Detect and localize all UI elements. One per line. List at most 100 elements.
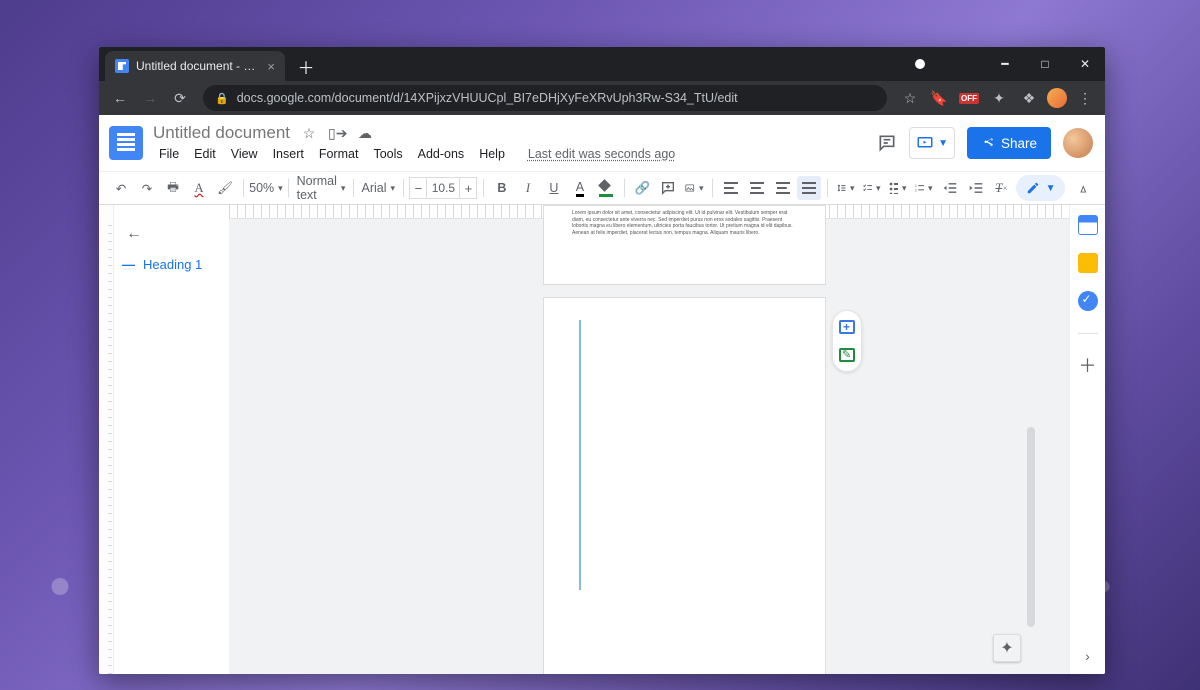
bulleted-list-button[interactable] <box>886 176 910 200</box>
outline-item-label: Heading 1 <box>143 257 202 272</box>
browser-window: Untitled document - Google Doc × ＋ ━ □ ✕… <box>99 47 1105 674</box>
menu-format[interactable]: Format <box>313 145 365 163</box>
align-justify-button[interactable] <box>797 176 821 200</box>
underline-button[interactable]: U <box>542 176 566 200</box>
menu-bar: File Edit View Insert Format Tools Add-o… <box>153 145 681 163</box>
zoom-select[interactable]: 50% <box>250 176 283 200</box>
checklist-button[interactable] <box>860 176 884 200</box>
outline-item-heading1[interactable]: — Heading 1 <box>122 257 221 272</box>
nav-forward-button[interactable]: → <box>137 85 163 111</box>
insert-link-button[interactable]: 🔗 <box>630 176 654 200</box>
insert-image-button[interactable] <box>682 176 706 200</box>
increase-indent-button[interactable] <box>964 176 988 200</box>
clear-formatting-button[interactable]: T× <box>990 176 1014 200</box>
extension-off-icon[interactable]: OFF <box>957 86 981 110</box>
nav-reload-button[interactable]: ⟳ <box>167 85 193 111</box>
last-edit-status[interactable]: Last edit was seconds ago <box>522 145 681 163</box>
font-size-input[interactable]: 10.5 <box>427 177 459 199</box>
docs-logo-icon[interactable] <box>109 126 143 160</box>
extensions-puzzle-icon[interactable]: ✦ <box>987 86 1011 110</box>
collapse-toolbar-button[interactable]: ㅿ <box>1071 179 1095 198</box>
share-label: Share <box>1001 136 1037 151</box>
menu-file[interactable]: File <box>153 145 185 163</box>
share-button[interactable]: Share <box>967 127 1051 159</box>
paint-format-button[interactable]: 🖌 <box>213 176 237 200</box>
browser-menu-icon[interactable]: ⋮ <box>1073 86 1097 110</box>
spellcheck-button[interactable]: A <box>187 176 211 200</box>
document-title[interactable]: Untitled document <box>153 123 290 143</box>
calendar-icon[interactable] <box>1078 215 1098 235</box>
workspace: ← — Heading 1 Lorem ipsum dolor sit amet… <box>99 205 1105 674</box>
menu-edit[interactable]: Edit <box>188 145 222 163</box>
url-text: docs.google.com/document/d/14XPijxzVHUUC… <box>237 91 738 105</box>
document-outline: ← — Heading 1 <box>114 205 229 674</box>
tab-title: Untitled document - Google Doc <box>136 59 260 73</box>
present-button[interactable]: ▼ <box>909 127 955 159</box>
bold-button[interactable]: B <box>490 176 514 200</box>
page1-body-text: Lorem ipsum dolor sit amet, consectetur … <box>572 210 797 236</box>
font-size-increase-button[interactable]: + <box>459 177 477 199</box>
vertical-ruler <box>99 205 114 674</box>
nav-back-button[interactable]: ← <box>107 85 133 111</box>
text-color-button[interactable]: A <box>568 176 592 200</box>
account-avatar-icon[interactable] <box>1063 128 1093 158</box>
suggest-edits-icon[interactable] <box>837 345 857 365</box>
document-page-1[interactable]: Lorem ipsum dolor sit amet, consectetur … <box>543 205 826 285</box>
print-button[interactable]: 🖶 <box>161 176 185 200</box>
align-right-button[interactable] <box>771 176 795 200</box>
get-addons-icon[interactable]: ＋ <box>1079 352 1097 378</box>
line-spacing-button[interactable] <box>834 176 858 200</box>
font-family-select[interactable]: Arial <box>360 176 397 200</box>
cloud-status-icon[interactable]: ☁ <box>356 125 374 142</box>
insert-comment-button[interactable] <box>656 176 680 200</box>
align-center-button[interactable] <box>745 176 769 200</box>
font-size-decrease-button[interactable]: − <box>409 177 427 199</box>
star-icon[interactable]: ☆ <box>300 125 318 142</box>
highlight-color-button[interactable] <box>594 176 618 200</box>
tab-close-icon[interactable]: × <box>267 59 275 74</box>
outline-close-icon[interactable]: ← <box>122 225 221 243</box>
browser-toolbar: ← → ⟳ 🔒 docs.google.com/document/d/14XPi… <box>99 81 1105 115</box>
paragraph-style-select[interactable]: Normal text <box>295 176 347 200</box>
editing-mode-button[interactable]: ▼ <box>1016 175 1066 201</box>
bookmark-star-icon[interactable]: ☆ <box>897 85 923 111</box>
browser-tab[interactable]: Untitled document - Google Doc × <box>105 51 285 81</box>
numbered-list-button[interactable]: 12 <box>912 176 936 200</box>
document-page-2[interactable] <box>543 297 826 674</box>
menu-view[interactable]: View <box>225 145 264 163</box>
side-panel: ＋ › <box>1069 205 1105 674</box>
window-maximize-button[interactable]: □ <box>1025 47 1065 81</box>
side-panel-separator <box>1078 333 1098 334</box>
menu-help[interactable]: Help <box>473 145 511 163</box>
new-tab-button[interactable]: ＋ <box>293 53 319 79</box>
hide-sidepanel-icon[interactable]: › <box>1085 648 1090 664</box>
explore-button[interactable]: ✦ <box>993 634 1021 662</box>
italic-button[interactable]: I <box>516 176 540 200</box>
window-minimize-button[interactable]: ━ <box>985 47 1025 81</box>
align-left-button[interactable] <box>719 176 743 200</box>
outline-marker-icon: — <box>122 257 135 272</box>
comment-history-icon[interactable] <box>877 133 897 153</box>
extension-tag-icon[interactable]: 🔖 <box>927 86 951 110</box>
add-comment-icon[interactable] <box>837 317 857 337</box>
browser-tabstrip: Untitled document - Google Doc × ＋ ━ □ ✕ <box>99 47 1105 81</box>
address-bar[interactable]: 🔒 docs.google.com/document/d/14XPijxzVHU… <box>203 85 887 111</box>
decrease-indent-button[interactable] <box>938 176 962 200</box>
move-icon[interactable]: ▯➔ <box>328 125 346 142</box>
svg-text:2: 2 <box>915 188 917 192</box>
tasks-icon[interactable] <box>1078 291 1098 311</box>
profile-avatar-icon[interactable] <box>1047 88 1067 108</box>
menu-addons[interactable]: Add-ons <box>412 145 471 163</box>
editor-canvas[interactable]: Lorem ipsum dolor sit amet, consectetur … <box>229 205 1069 674</box>
undo-button[interactable]: ↶ <box>109 176 133 200</box>
vertical-scrollbar[interactable] <box>1027 427 1035 627</box>
menu-tools[interactable]: Tools <box>367 145 408 163</box>
menu-insert[interactable]: Insert <box>267 145 310 163</box>
window-close-button[interactable]: ✕ <box>1065 47 1105 81</box>
docs-titlebar: Untitled document ☆ ▯➔ ☁ File Edit View … <box>99 115 1105 171</box>
keep-icon[interactable] <box>1078 253 1098 273</box>
recording-indicator-icon <box>915 59 925 69</box>
extension-misc-icon[interactable]: ❖ <box>1017 86 1041 110</box>
google-docs-app: Untitled document ☆ ▯➔ ☁ File Edit View … <box>99 115 1105 674</box>
redo-button[interactable]: ↷ <box>135 176 159 200</box>
